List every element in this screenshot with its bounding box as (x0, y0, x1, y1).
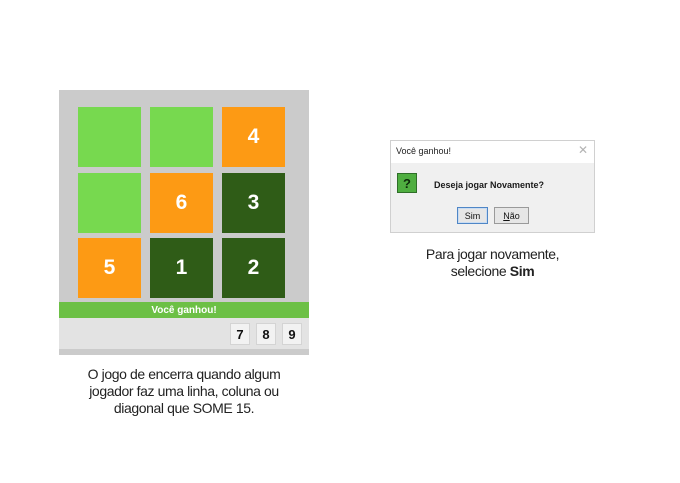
yes-button[interactable]: Sim (457, 207, 488, 224)
caption-right-line-1: Para jogar novamente, (425, 246, 560, 262)
dialog-title: Você ganhou! (396, 146, 452, 156)
caption-left-line-2: jogador faz uma linha, coluna ou (89, 383, 279, 399)
dialog-titlebar[interactable]: Você ganhou! ✕ (391, 141, 594, 163)
question-icon: ? (397, 173, 417, 193)
number-tile-9[interactable]: 9 (282, 323, 302, 345)
board-cell-2[interactable] (150, 107, 213, 167)
caption-right: Para jogar novamente, selecione Sim (395, 246, 590, 280)
board-cell-6[interactable]: 3 (222, 173, 285, 233)
board-cell-7[interactable]: 5 (78, 238, 141, 298)
dialog-message: Deseja jogar Novamente? (434, 180, 545, 190)
board-cell-1[interactable] (78, 107, 141, 167)
number-tile-7[interactable]: 7 (230, 323, 250, 345)
caption-right-prefix: selecione (450, 263, 510, 279)
caption-right-bold: Sim (509, 263, 535, 279)
win-dialog: Você ganhou! ✕ ? Deseja jogar Novamente?… (390, 140, 595, 233)
game-panel: 4 6 3 5 1 2 Você ganhou! 7 8 9 (59, 90, 309, 355)
board-cell-8[interactable]: 1 (150, 238, 213, 298)
status-bar: Você ganhou! (59, 302, 309, 318)
close-icon[interactable]: ✕ (578, 143, 588, 157)
number-tray: 7 8 9 (59, 318, 309, 349)
no-button[interactable]: Não (494, 207, 529, 224)
board-cell-9[interactable]: 2 (222, 238, 285, 298)
number-tile-8[interactable]: 8 (256, 323, 276, 345)
caption-right-line-2: selecione Sim (395, 263, 590, 280)
caption-left-line-3: diagonal que SOME 15. (113, 400, 255, 416)
board-cell-5[interactable]: 6 (150, 173, 213, 233)
caption-left: O jogo de encerra quando algum jogador f… (59, 366, 309, 417)
board-cell-3[interactable]: 4 (222, 107, 285, 167)
board-cell-4[interactable] (78, 173, 141, 233)
no-button-label: ão (509, 210, 520, 221)
yes-button-label: Sim (464, 210, 481, 221)
caption-left-line-1: O jogo de encerra quando algum (87, 366, 281, 382)
